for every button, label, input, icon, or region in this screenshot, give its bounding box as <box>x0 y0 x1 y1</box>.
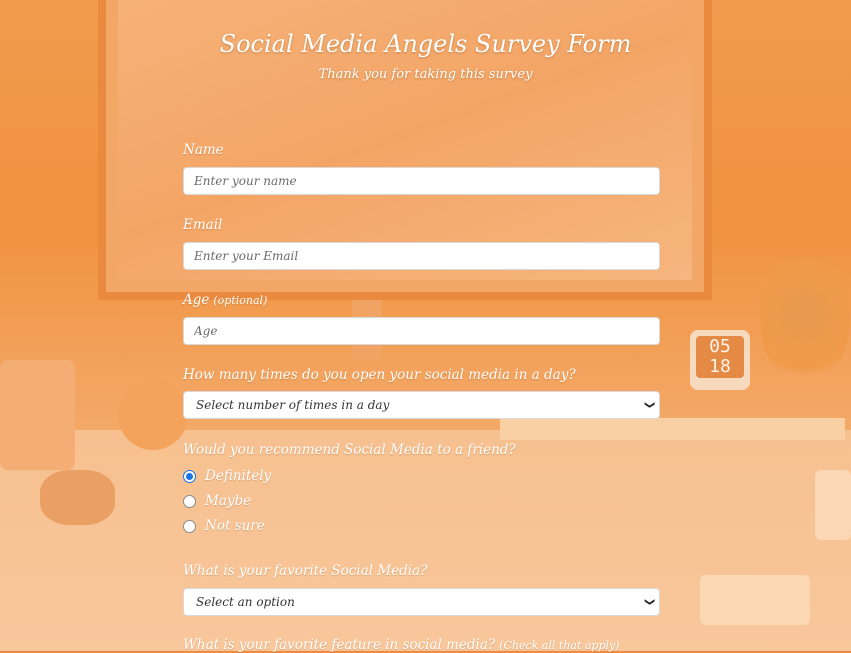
radio-label: Definitely <box>205 468 272 484</box>
favorite-label: What is your favorite Social Media? <box>183 563 428 579</box>
page-subtitle: Thank you for taking this survey <box>318 67 533 82</box>
age-label: Age (optional) <box>183 292 268 308</box>
name-label: Name <box>183 142 224 158</box>
frequency-select[interactable]: Select number of times in a day ❯ <box>183 391 660 419</box>
favorite-select-value: Select an option <box>196 595 295 609</box>
radio-option-not-sure[interactable]: Not sure <box>183 516 265 536</box>
radio-label: Not sure <box>205 518 265 534</box>
frequency-select-value: Select number of times in a day <box>196 398 390 412</box>
radio-button[interactable] <box>183 494 196 508</box>
age-input[interactable] <box>183 317 660 345</box>
age-optional-note: (optional) <box>213 294 268 307</box>
recommend-label: Would you recommend Social Media to a fr… <box>183 442 516 458</box>
email-input[interactable] <box>183 242 660 270</box>
feature-note: (Check all that apply) <box>499 639 620 652</box>
radio-label: Maybe <box>205 493 252 509</box>
favorite-select[interactable]: Select an option ❯ <box>183 588 660 616</box>
page-title: Social Media Angels Survey Form <box>219 30 632 58</box>
name-input[interactable] <box>183 167 660 195</box>
radio-option-definitely[interactable]: Definitely <box>183 466 271 486</box>
chevron-down-icon: ❯ <box>643 400 655 410</box>
frequency-label: How many times do you open your social m… <box>183 367 576 383</box>
radio-button[interactable] <box>183 519 196 533</box>
chevron-down-icon: ❯ <box>643 597 655 607</box>
survey-page: Social Media Angels Survey Form Thank yo… <box>0 0 851 653</box>
email-label: Email <box>183 217 223 233</box>
radio-option-maybe[interactable]: Maybe <box>183 491 251 511</box>
radio-button-checked[interactable] <box>183 469 196 483</box>
